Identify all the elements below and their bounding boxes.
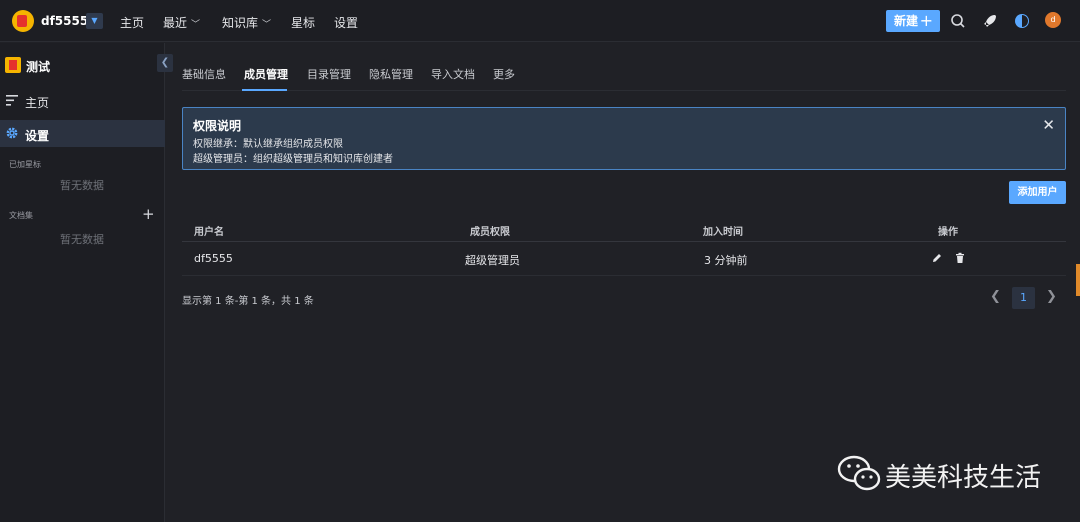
- cell-role[interactable]: 超级管理员: [465, 252, 520, 268]
- kb-icon: [5, 57, 21, 73]
- pagination-page-current[interactable]: 1: [1012, 287, 1035, 309]
- column-header-role: 成员权限: [470, 227, 510, 238]
- add-user-button[interactable]: 添加用户: [1009, 181, 1066, 204]
- chevron-down-icon: ﹀: [191, 20, 201, 30]
- watermark-text: 美美科技生活: [885, 463, 1042, 493]
- nav-home[interactable]: 主页: [120, 14, 144, 31]
- nav-knowledge-base[interactable]: 知识库 ﹀: [222, 14, 271, 31]
- column-header-actions: 操作: [938, 227, 958, 238]
- close-icon[interactable]: ✕: [1042, 116, 1055, 134]
- sidebar: 测试 主页 设置 已加星标 暂无数据 文档集 + 暂无数据: [0, 43, 165, 522]
- column-header-joined: 加入时间: [703, 227, 743, 238]
- column-header-username: 用户名: [194, 227, 224, 238]
- theme-icon[interactable]: [1013, 12, 1031, 30]
- empty-placeholder: 暂无数据: [60, 179, 104, 192]
- table-header: 用户名 成员权限 加入时间 操作: [182, 217, 1066, 242]
- nav-starred[interactable]: 星标: [291, 14, 315, 31]
- nav-recent[interactable]: 最近 ﹀: [163, 14, 200, 31]
- nav-settings[interactable]: 设置: [334, 14, 358, 31]
- new-button[interactable]: 新建 +: [886, 10, 940, 32]
- menu-icon: [6, 95, 18, 106]
- chevron-left-icon[interactable]: ❮: [990, 289, 1001, 304]
- empty-placeholder: 暂无数据: [60, 233, 104, 246]
- search-icon[interactable]: [949, 12, 967, 30]
- wechat-icon: [837, 455, 881, 491]
- tab-basic-info[interactable]: 基础信息: [182, 66, 226, 82]
- add-collection-icon[interactable]: +: [142, 205, 155, 223]
- sidebar-item-settings[interactable]: 设置: [0, 120, 165, 147]
- tab-import[interactable]: 导入文档: [431, 66, 475, 82]
- space-dropdown-icon[interactable]: ▼: [86, 13, 103, 29]
- tab-directory[interactable]: 目录管理: [307, 66, 351, 82]
- kb-header[interactable]: 测试: [0, 51, 165, 79]
- rocket-icon[interactable]: [981, 12, 999, 30]
- app-logo[interactable]: [12, 10, 34, 32]
- alert-line-inherit: 权限继承：默认继承组织成员权限: [193, 139, 343, 150]
- alert-line-super-admin: 超级管理员：组织超级管理员和知识库创建者: [193, 154, 393, 165]
- tab-privacy[interactable]: 隐私管理: [369, 66, 413, 82]
- plus-icon: +: [919, 11, 933, 30]
- pagination-summary: 显示第 1 条-第 1 条，共 1 条: [182, 296, 314, 307]
- cell-username: df5555: [194, 252, 233, 265]
- delete-icon[interactable]: [954, 252, 966, 264]
- active-tab-indicator: [242, 89, 287, 91]
- top-bar: df5555 ▼ 主页 最近 ﹀ 知识库 ﹀ 星标 设置 新建 + d: [0, 0, 1080, 42]
- avatar[interactable]: d: [1045, 12, 1061, 28]
- tab-members[interactable]: 成员管理: [244, 66, 288, 82]
- group-title-collections: 文档集: [9, 211, 33, 220]
- kb-title: 测试: [26, 60, 51, 74]
- permission-info-alert: 权限说明 权限继承：默认继承组织成员权限 超级管理员：组织超级管理员和知识库创建…: [182, 107, 1066, 170]
- edit-icon[interactable]: [931, 252, 943, 264]
- sidebar-item-home[interactable]: 主页: [0, 87, 165, 114]
- sidebar-item-label: 主页: [25, 96, 50, 110]
- tab-more[interactable]: 更多: [493, 66, 515, 82]
- cell-joined: 3 分钟前: [704, 254, 748, 267]
- sidebar-item-label: 设置: [25, 129, 50, 143]
- members-table: 用户名 成员权限 加入时间 操作 df5555 超级管理员 3 分钟前: [182, 217, 1066, 276]
- settings-tabs: 基础信息 成员管理 目录管理 隐私管理 导入文档 更多: [182, 56, 1066, 91]
- collapse-sidebar-icon[interactable]: ❮: [157, 54, 173, 72]
- table-row: df5555 超级管理员 3 分钟前: [182, 242, 1066, 276]
- space-name[interactable]: df5555: [41, 14, 88, 28]
- gear-icon: [6, 127, 18, 139]
- chevron-right-icon[interactable]: ❯: [1046, 289, 1057, 304]
- feedback-edge-tab[interactable]: [1076, 264, 1080, 296]
- chevron-down-icon: ﹀: [262, 20, 272, 30]
- group-title-starred: 已加星标: [9, 160, 41, 169]
- alert-title: 权限说明: [193, 119, 242, 133]
